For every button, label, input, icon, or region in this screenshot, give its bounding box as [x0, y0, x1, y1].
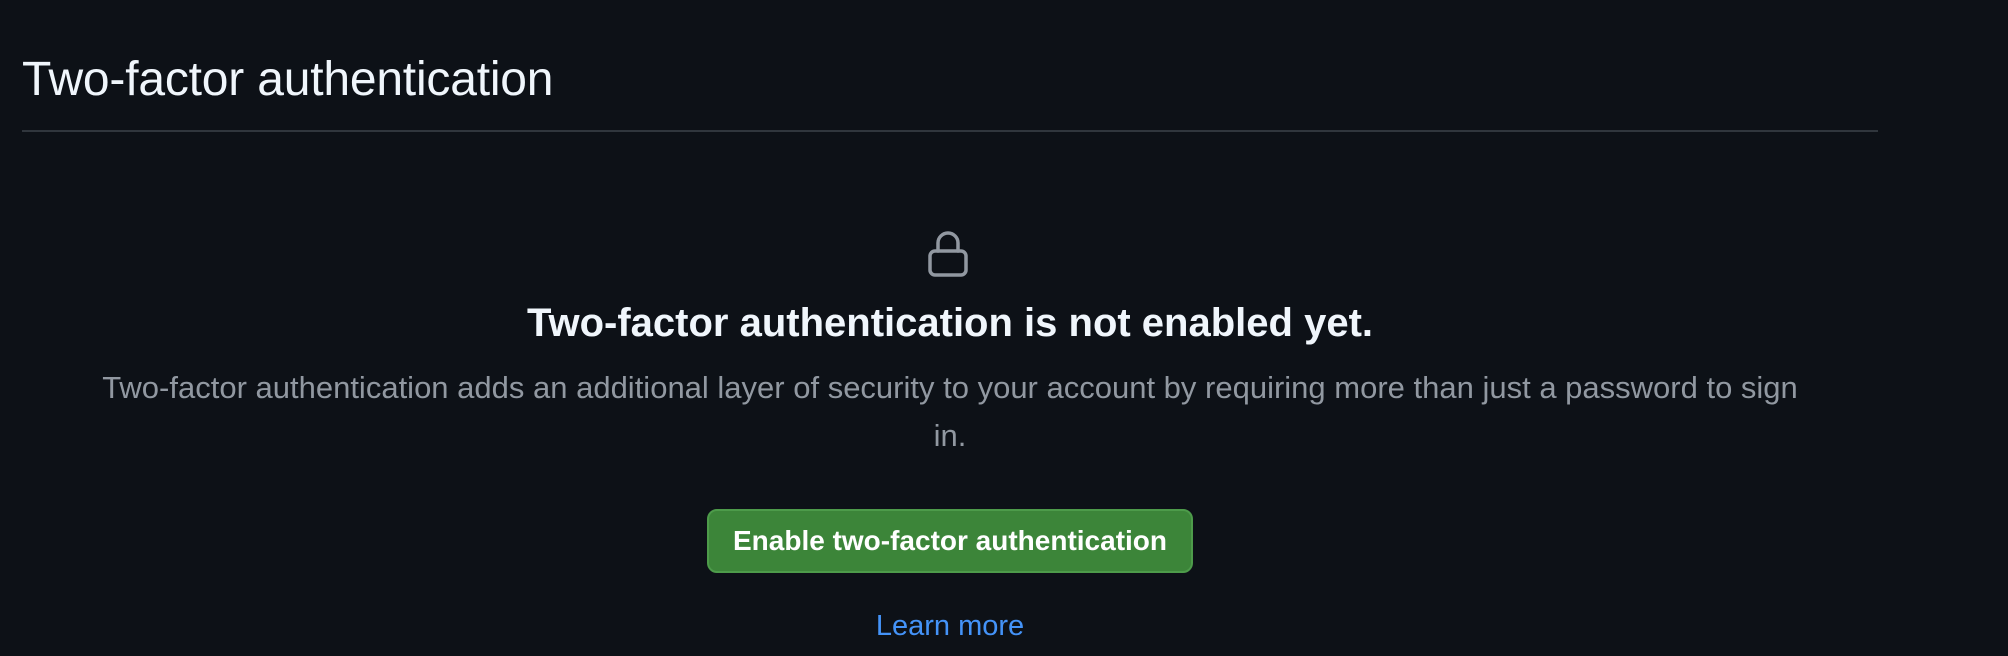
two-factor-blankslate: Two-factor authentication is not enabled… — [22, 132, 1878, 656]
page-title: Two-factor authentication — [22, 53, 554, 106]
lock-icon — [928, 231, 968, 277]
learn-more-link[interactable]: Learn more — [22, 606, 1878, 646]
blankslate-heading: Two-factor authentication is not enabled… — [527, 301, 1373, 345]
blankslate-description: Two-factor authentication adds an additi… — [102, 370, 1798, 453]
enable-two-factor-button[interactable]: Enable two-factor authentication — [707, 509, 1193, 573]
